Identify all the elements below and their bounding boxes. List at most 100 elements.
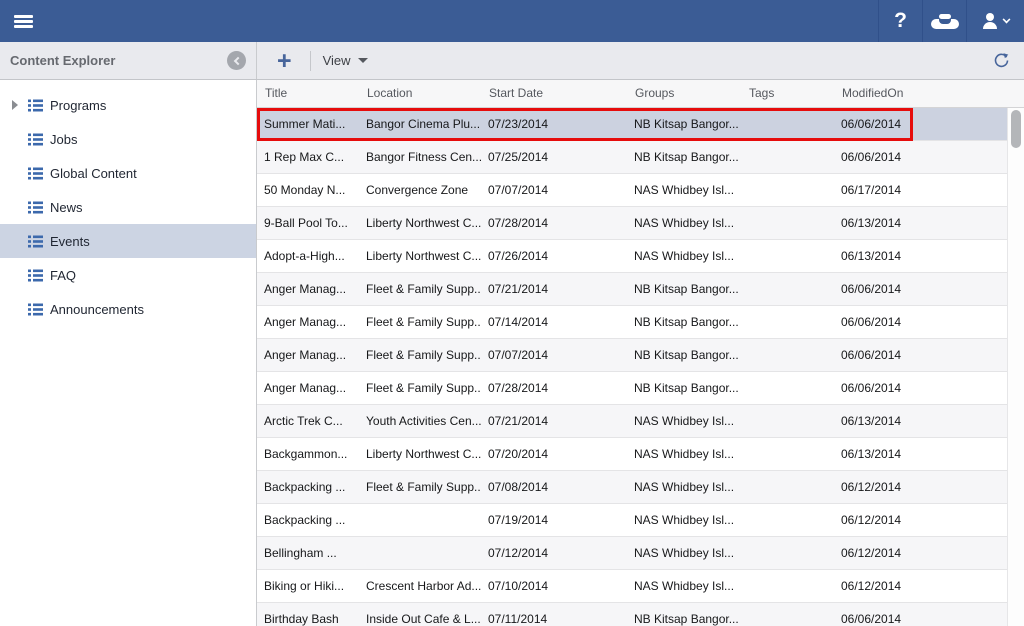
sidebar-item-news[interactable]: News xyxy=(0,190,256,224)
sidebar-tree: Programs Jobs Global Content xyxy=(0,80,257,626)
table-row[interactable]: Anger Manag...Fleet & Family Supp...07/0… xyxy=(257,339,1007,372)
table-header: TitleLocationStart DateGroupsTagsModifie… xyxy=(257,80,1024,108)
cell-start_date: 07/14/2014 xyxy=(481,306,627,338)
table-row[interactable]: Backgammon...Liberty Northwest C...07/20… xyxy=(257,438,1007,471)
column-header-groups[interactable]: Groups xyxy=(627,80,741,107)
cell-groups: NAS Whidbey Isl... xyxy=(627,207,741,239)
table-row[interactable]: Anger Manag...Fleet & Family Supp...07/2… xyxy=(257,372,1007,405)
column-header-title[interactable]: Title xyxy=(257,80,359,107)
sidebar-item-faq[interactable]: FAQ xyxy=(0,258,256,292)
column-header-modified_on[interactable]: ModifiedOn xyxy=(834,80,1007,107)
content-explorer-app: ? Content Explorer + View xyxy=(0,0,1024,626)
list-icon xyxy=(28,303,43,316)
table-row[interactable]: Anger Manag...Fleet & Family Supp...07/2… xyxy=(257,273,1007,306)
cell-groups: NAS Whidbey Isl... xyxy=(627,504,741,536)
list-icon xyxy=(28,133,43,146)
table-row[interactable]: Arctic Trek C...Youth Activities Cen...0… xyxy=(257,405,1007,438)
sidebar-item-label: Global Content xyxy=(50,166,137,181)
cell-tags xyxy=(741,570,834,602)
user-menu-button[interactable] xyxy=(966,0,1024,42)
cell-modified_on: 06/13/2014 xyxy=(834,207,1007,239)
cell-tags xyxy=(741,372,834,404)
cell-location xyxy=(359,537,481,569)
column-header-location[interactable]: Location xyxy=(359,80,481,107)
cell-location: Fleet & Family Supp... xyxy=(359,471,481,503)
cell-location: Liberty Northwest C... xyxy=(359,240,481,272)
cell-title: Anger Manag... xyxy=(257,273,359,305)
cell-modified_on: 06/13/2014 xyxy=(834,405,1007,437)
sidebar-item-jobs[interactable]: Jobs xyxy=(0,122,256,156)
cell-location: Fleet & Family Supp... xyxy=(359,306,481,338)
sidebar-item-programs[interactable]: Programs xyxy=(0,88,256,122)
cell-tags xyxy=(741,207,834,239)
cell-groups: NB Kitsap Bangor... xyxy=(627,339,741,371)
cell-title: Birthday Bash xyxy=(257,603,359,626)
cell-title: Adopt-a-High... xyxy=(257,240,359,272)
table-row[interactable]: Anger Manag...Fleet & Family Supp...07/1… xyxy=(257,306,1007,339)
cell-groups: NAS Whidbey Isl... xyxy=(627,471,741,503)
cell-tags xyxy=(741,537,834,569)
cell-location: Fleet & Family Supp... xyxy=(359,339,481,371)
help-button[interactable]: ? xyxy=(878,0,922,42)
cell-title: Backpacking ... xyxy=(257,504,359,536)
content-table: TitleLocationStart DateGroupsTagsModifie… xyxy=(257,80,1024,626)
triangle-right-icon xyxy=(12,100,18,110)
collapse-panel-button[interactable] xyxy=(227,51,246,70)
sidebar-item-global-content[interactable]: Global Content xyxy=(0,156,256,190)
cell-modified_on: 06/06/2014 xyxy=(834,603,1007,626)
sidebar-item-announcements[interactable]: Announcements xyxy=(0,292,256,326)
list-icon xyxy=(28,201,43,214)
column-header-start_date[interactable]: Start Date xyxy=(481,80,627,107)
table-row[interactable]: Backpacking ... 07/19/2014NAS Whidbey Isl… xyxy=(257,504,1007,537)
help-icon: ? xyxy=(894,9,907,33)
cell-groups: NAS Whidbey Isl... xyxy=(627,438,741,470)
toolbar: + View xyxy=(257,42,1024,79)
refresh-button[interactable] xyxy=(993,52,1010,69)
cell-start_date: 07/07/2014 xyxy=(481,339,627,371)
cell-start_date: 07/08/2014 xyxy=(481,471,627,503)
cell-title: Bellingham ... xyxy=(257,537,359,569)
add-button[interactable]: + xyxy=(271,51,298,71)
cell-groups: NAS Whidbey Isl... xyxy=(627,174,741,206)
cell-location: Fleet & Family Supp... xyxy=(359,372,481,404)
table-row[interactable]: Bellingham ...07/12/2014NAS Whidbey Isl.… xyxy=(257,537,1007,570)
sidebar-item-label: Programs xyxy=(50,98,106,113)
cell-groups: NB Kitsap Bangor... xyxy=(627,306,741,338)
cell-groups: NAS Whidbey Isl... xyxy=(627,537,741,569)
cell-start_date: 07/19/2014 xyxy=(481,504,627,536)
expander-slot[interactable] xyxy=(8,100,22,110)
cell-modified_on: 06/17/2014 xyxy=(834,174,1007,206)
table-row[interactable]: Backpacking ...Fleet & Family Supp...07/… xyxy=(257,471,1007,504)
column-header-tags[interactable]: Tags xyxy=(741,80,834,107)
scrollbar-thumb[interactable] xyxy=(1011,110,1021,148)
table-row[interactable]: Biking or Hiki...Crescent Harbor Ad...07… xyxy=(257,570,1007,603)
cell-modified_on: 06/06/2014 xyxy=(834,108,1007,140)
cell-start_date: 07/11/2014 xyxy=(481,603,627,626)
table-row[interactable]: 50 Monday N...Convergence Zone07/07/2014… xyxy=(257,174,1007,207)
list-icon xyxy=(28,235,43,248)
cell-modified_on: 06/12/2014 xyxy=(834,504,1007,536)
cell-groups: NB Kitsap Bangor... xyxy=(627,372,741,404)
cell-location: Liberty Northwest C... xyxy=(359,207,481,239)
cell-start_date: 07/21/2014 xyxy=(481,405,627,437)
phone-button[interactable] xyxy=(922,0,966,42)
table-row[interactable]: Summer Mati...Bangor Cinema Plu...07/23/… xyxy=(257,108,1007,141)
cell-location: Youth Activities Cen... xyxy=(359,405,481,437)
cell-title: Backgammon... xyxy=(257,438,359,470)
sidebar-item-label: Announcements xyxy=(50,302,144,317)
cell-modified_on: 06/13/2014 xyxy=(834,240,1007,272)
cell-title: Anger Manag... xyxy=(257,372,359,404)
table-row[interactable]: 9-Ball Pool To...Liberty Northwest C...0… xyxy=(257,207,1007,240)
cell-start_date: 07/28/2014 xyxy=(481,207,627,239)
sidebar-item-events[interactable]: Events xyxy=(0,224,256,258)
menu-button[interactable] xyxy=(0,0,46,42)
table-row[interactable]: Birthday BashInside Out Cafe & L...07/11… xyxy=(257,603,1007,626)
cell-tags xyxy=(741,438,834,470)
cell-groups: NAS Whidbey Isl... xyxy=(627,570,741,602)
view-dropdown[interactable]: View xyxy=(323,53,368,68)
table-row[interactable]: 1 Rep Max C...Bangor Fitness Cen...07/25… xyxy=(257,141,1007,174)
vertical-scrollbar[interactable] xyxy=(1007,108,1024,626)
table-row[interactable]: Adopt-a-High...Liberty Northwest C...07/… xyxy=(257,240,1007,273)
panel-header: Content Explorer xyxy=(0,42,257,79)
cell-tags xyxy=(741,240,834,272)
